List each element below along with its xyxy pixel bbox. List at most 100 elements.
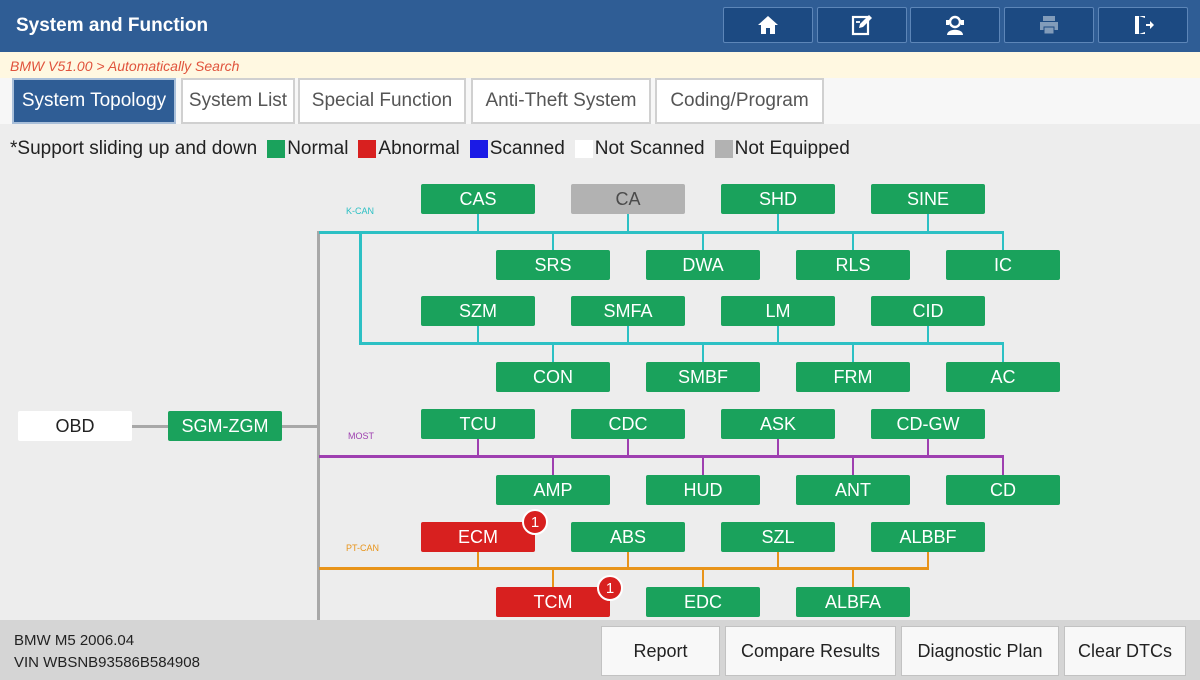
module-szm[interactable]: SZM [421, 296, 535, 326]
clear-dtcs-button[interactable]: Clear DTCs [1064, 626, 1186, 676]
tab-system-list[interactable]: System List [181, 78, 295, 124]
kcan-bus-label: K-CAN [346, 206, 375, 216]
diagnostic-plan-button[interactable]: Diagnostic Plan [901, 626, 1059, 676]
tab-system-topology[interactable]: System Topology [12, 78, 176, 124]
support-button[interactable] [910, 7, 1000, 43]
most-drop-line [552, 457, 554, 475]
connector-line [132, 425, 168, 428]
print-button[interactable] [1004, 7, 1094, 43]
module-smbf[interactable]: SMBF [646, 362, 760, 392]
exit-button[interactable] [1098, 7, 1188, 43]
exit-icon [1135, 16, 1154, 34]
ptcan-drop-line [777, 551, 779, 568]
most-drop-line [627, 438, 629, 456]
connector-line [281, 425, 319, 428]
module-hud[interactable]: HUD [646, 475, 760, 505]
kcan-drop-line [477, 326, 479, 343]
home-icon [758, 16, 778, 34]
module-abs[interactable]: ABS [571, 522, 685, 552]
kcan-drop-line [627, 326, 629, 343]
module-sine[interactable]: SINE [871, 184, 985, 214]
vehicle-vin: VIN WBSNB93586B584908 [14, 654, 200, 671]
most-drop-line [1002, 457, 1004, 475]
module-szl[interactable]: SZL [721, 522, 835, 552]
module-frm[interactable]: FRM [796, 362, 910, 392]
kcan-drop-line [552, 344, 554, 363]
kcan-branch-line [359, 342, 1004, 345]
kcan-drop-line [627, 214, 629, 232]
module-cid[interactable]: CID [871, 296, 985, 326]
vehicle-model: BMW M5 2006.04 [14, 632, 135, 649]
legend-label: Scanned [489, 138, 565, 159]
obd-node[interactable]: OBD [18, 411, 132, 441]
module-lm[interactable]: LM [721, 296, 835, 326]
vehicle-info: BMW M5 2006.04 VIN WBSNB93586B584908 [14, 630, 200, 674]
most-drop-line [927, 438, 929, 456]
ptcan-drop-line [552, 569, 554, 587]
most-drop-line [702, 457, 704, 475]
tab-coding-program[interactable]: Coding/Program [655, 78, 824, 124]
module-rls[interactable]: RLS [796, 250, 910, 280]
support-icon [946, 15, 964, 35]
topology-diagram[interactable]: K-CAN MOST PT-CAN OBD SGM-ZGM CAS CA SHD… [0, 170, 1200, 620]
kcan-drop-line [852, 233, 854, 250]
module-cd[interactable]: CD [946, 475, 1060, 505]
module-ca[interactable]: CA [571, 184, 685, 214]
breadcrumb: BMW V51.00 > Automatically Search [10, 58, 240, 74]
ptcan-bus-label: PT-CAN [346, 543, 380, 553]
home-button[interactable] [723, 7, 813, 43]
kcan-drop-line [477, 214, 479, 232]
kcan-branch-line [359, 231, 362, 344]
kcan-drop-line [777, 214, 779, 232]
dtc-count-badge: 1 [522, 509, 548, 535]
kcan-drop-line [1002, 233, 1004, 250]
module-cas[interactable]: CAS [421, 184, 535, 214]
module-shd[interactable]: SHD [721, 184, 835, 214]
trunk-line [317, 231, 320, 620]
ptcan-drop-line [477, 551, 479, 568]
module-smfa[interactable]: SMFA [571, 296, 685, 326]
module-amp[interactable]: AMP [496, 475, 610, 505]
legend-swatch [267, 140, 286, 158]
kcan-drop-line [927, 214, 929, 232]
legend-note: *Support sliding up and down [10, 138, 258, 159]
ptcan-bus-line [319, 567, 929, 570]
tab-anti-theft-system[interactable]: Anti-Theft System [471, 78, 651, 124]
most-drop-line [477, 438, 479, 456]
app-title: System and Function [16, 15, 209, 36]
module-ac[interactable]: AC [946, 362, 1060, 392]
module-sgm-zgm[interactable]: SGM-ZGM [168, 411, 282, 441]
status-legend: *Support sliding up and down Normal Abno… [10, 138, 860, 160]
report-button[interactable]: Report [601, 626, 720, 676]
breadcrumb-bar: BMW V51.00 > Automatically Search [0, 52, 1200, 78]
kcan-drop-line [852, 344, 854, 363]
tab-special-function[interactable]: Special Function [298, 78, 466, 124]
most-bus-line [319, 455, 1004, 458]
edit-button[interactable] [817, 7, 907, 43]
kcan-bus-line [319, 231, 1004, 234]
most-drop-line [852, 457, 854, 475]
module-srs[interactable]: SRS [496, 250, 610, 280]
legend-item-abnormal: Abnormal [358, 138, 460, 160]
module-tcu[interactable]: TCU [421, 409, 535, 439]
legend-swatch [469, 140, 488, 158]
module-ecm[interactable]: ECM [421, 522, 535, 552]
module-cd-gw[interactable]: CD-GW [871, 409, 985, 439]
module-dwa[interactable]: DWA [646, 250, 760, 280]
module-con[interactable]: CON [496, 362, 610, 392]
module-ask[interactable]: ASK [721, 409, 835, 439]
edit-icon [851, 15, 872, 36]
module-cdc[interactable]: CDC [571, 409, 685, 439]
module-tcm[interactable]: TCM [496, 587, 610, 617]
module-albfa[interactable]: ALBFA [796, 587, 910, 617]
legend-swatch [574, 140, 593, 158]
module-ant[interactable]: ANT [796, 475, 910, 505]
legend-label: Abnormal [378, 138, 460, 159]
module-edc[interactable]: EDC [646, 587, 760, 617]
most-bus-label: MOST [348, 431, 374, 441]
module-ic[interactable]: IC [946, 250, 1060, 280]
kcan-drop-line [702, 344, 704, 363]
compare-results-button[interactable]: Compare Results [725, 626, 896, 676]
module-albbf[interactable]: ALBBF [871, 522, 985, 552]
legend-swatch [358, 140, 377, 158]
